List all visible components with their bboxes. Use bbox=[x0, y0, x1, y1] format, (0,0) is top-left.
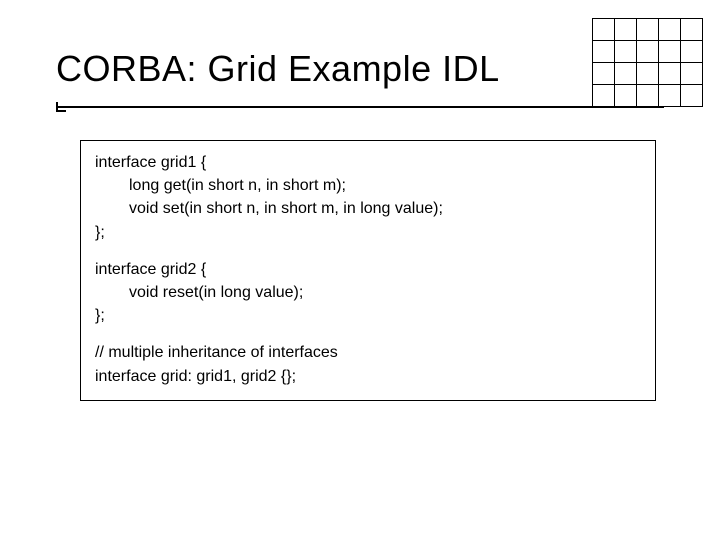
code-line: interface grid2 { bbox=[95, 258, 641, 281]
slide-title: CORBA: Grid Example IDL bbox=[56, 48, 664, 90]
title-divider bbox=[56, 102, 664, 112]
slide: CORBA: Grid Example IDL interface grid1 … bbox=[0, 0, 720, 540]
code-line: }; bbox=[95, 221, 641, 244]
code-block-grid2: interface grid2 { void reset(in long val… bbox=[95, 258, 641, 328]
code-block-grid: // multiple inheritance of interfaces in… bbox=[95, 341, 641, 387]
grid-icon bbox=[592, 18, 702, 106]
code-line: interface grid: grid1, grid2 {}; bbox=[95, 365, 641, 388]
code-line: interface grid1 { bbox=[95, 151, 641, 174]
code-block-grid1: interface grid1 { long get(in short n, i… bbox=[95, 151, 641, 244]
code-line: // multiple inheritance of interfaces bbox=[95, 341, 641, 364]
code-line: long get(in short n, in short m); bbox=[95, 174, 641, 197]
code-box: interface grid1 { long get(in short n, i… bbox=[80, 140, 656, 401]
code-line: }; bbox=[95, 304, 641, 327]
code-line: void set(in short n, in short m, in long… bbox=[95, 197, 641, 220]
code-line: void reset(in long value); bbox=[95, 281, 641, 304]
